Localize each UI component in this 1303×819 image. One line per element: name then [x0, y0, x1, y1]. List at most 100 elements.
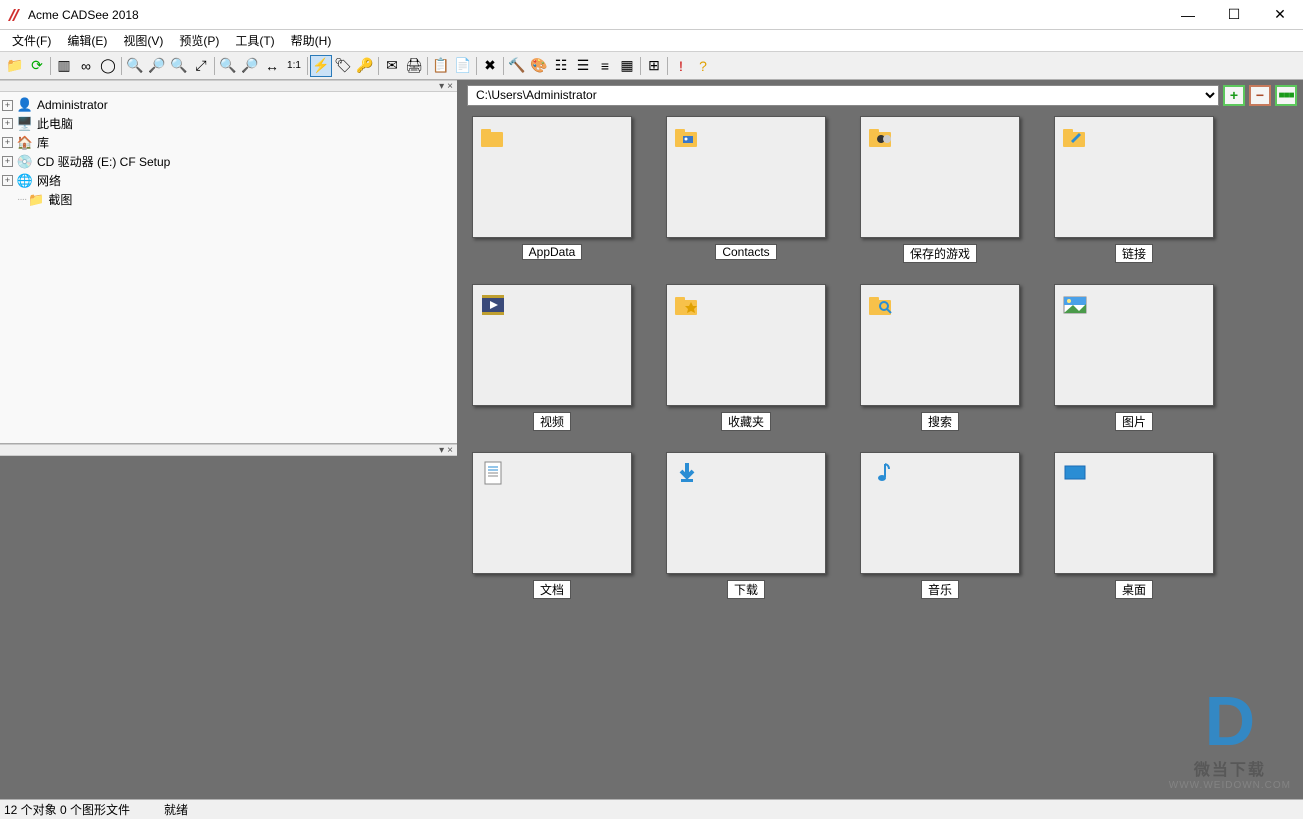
- folder-label: 链接: [1115, 244, 1153, 263]
- folder-label: 图片: [1115, 412, 1153, 431]
- folder-label: 搜索: [921, 412, 959, 431]
- zoom-in-icon[interactable]: 🔍: [168, 55, 190, 77]
- left-panel: ▾ × +👤Administrator+🖥️此电脑+🏠库+💿CD 驱动器 (E:…: [0, 80, 461, 799]
- menu-preview[interactable]: 预览(P): [171, 30, 227, 51]
- menubar: 文件(F) 编辑(E) 视图(V) 预览(P) 工具(T) 帮助(H): [0, 30, 1303, 52]
- details-icon[interactable]: ▦: [616, 55, 638, 77]
- menu-view[interactable]: 视图(V): [115, 30, 171, 51]
- path-bar: C:\Users\Administrator + − ■■■: [467, 84, 1297, 106]
- folder-item[interactable]: AppData: [467, 116, 637, 276]
- folder-icon[interactable]: 📁: [4, 55, 26, 77]
- sort2-icon[interactable]: ☰: [572, 55, 594, 77]
- thumbnail-grid[interactable]: AppData Contacts 保存的游戏 链接视频 收藏夹 搜索 图片文档 下载音乐 桌面: [461, 110, 1303, 799]
- main-panel: C:\Users\Administrator + − ■■■ AppData Co…: [461, 80, 1303, 799]
- zoom-region-icon[interactable]: ⤢: [190, 55, 212, 77]
- folder-label: AppData: [522, 244, 583, 260]
- zoom-actual-icon[interactable]: 🔎: [239, 55, 261, 77]
- maximize-button[interactable]: ☐: [1211, 0, 1257, 30]
- titlebar: Acme CADSee 2018 — ☐ ✕: [0, 0, 1303, 30]
- panel-icon[interactable]: ▥: [53, 55, 75, 77]
- status-ready: 就绪: [164, 801, 188, 818]
- folder-item[interactable]: 桌面: [1049, 452, 1219, 612]
- folder-label: 视频: [533, 412, 571, 431]
- list-icon[interactable]: ≡: [594, 55, 616, 77]
- sort1-icon[interactable]: ☷: [550, 55, 572, 77]
- hammer-icon[interactable]: 🔨: [506, 55, 528, 77]
- panel-pin-icon[interactable]: ▾: [439, 81, 444, 92]
- paste-icon[interactable]: 📄: [452, 55, 474, 77]
- folder-item[interactable]: 收藏夹: [661, 284, 831, 444]
- window-icon[interactable]: ⊞: [643, 55, 665, 77]
- folder-item[interactable]: 文档: [467, 452, 637, 612]
- minimize-button[interactable]: —: [1165, 0, 1211, 30]
- menu-tools[interactable]: 工具(T): [227, 30, 282, 51]
- preview-area: [0, 456, 457, 799]
- app-icon: [6, 7, 22, 23]
- preview-panel-header: ▾ ×: [0, 444, 457, 456]
- folder-tree[interactable]: +👤Administrator+🖥️此电脑+🏠库+💿CD 驱动器 (E:) CF…: [0, 92, 457, 444]
- zoom-fit-icon[interactable]: 🔍: [217, 55, 239, 77]
- print-icon[interactable]: 🖨: [403, 55, 425, 77]
- mail-icon[interactable]: ✉: [381, 55, 403, 77]
- folder-label: 保存的游戏: [903, 244, 977, 263]
- tree-node[interactable]: +👤Administrator: [2, 96, 455, 114]
- menu-edit[interactable]: 编辑(E): [59, 30, 115, 51]
- search-icon: [867, 291, 895, 319]
- pictures-icon: [1061, 291, 1089, 319]
- colors-icon[interactable]: 🎨: [528, 55, 550, 77]
- menu-button[interactable]: ■■■: [1275, 85, 1297, 106]
- folder-icon: [479, 123, 507, 151]
- thumb-icon[interactable]: ∞: [75, 55, 97, 77]
- tree-panel-header: ▾ ×: [0, 80, 457, 92]
- folder-label: 文档: [533, 580, 571, 599]
- music-icon: [867, 459, 895, 487]
- favorites-icon: [673, 291, 701, 319]
- path-dropdown[interactable]: C:\Users\Administrator: [467, 85, 1219, 106]
- tree-node[interactable]: +🖥️此电脑: [2, 114, 455, 133]
- panel-close-icon[interactable]: ×: [447, 81, 453, 92]
- tree-node[interactable]: +🌐网络: [2, 171, 455, 190]
- folder-item[interactable]: 链接: [1049, 116, 1219, 276]
- folder-item[interactable]: 保存的游戏: [855, 116, 1025, 276]
- close-button[interactable]: ✕: [1257, 0, 1303, 30]
- folder-label: 收藏夹: [721, 412, 771, 431]
- copy-icon[interactable]: 📋: [430, 55, 452, 77]
- bolt-icon[interactable]: ⚡: [310, 55, 332, 77]
- zoom-width-icon[interactable]: ↔: [261, 55, 283, 77]
- folder-item[interactable]: 视频: [467, 284, 637, 444]
- remove-button[interactable]: −: [1249, 85, 1271, 106]
- tree-node[interactable]: +💿CD 驱动器 (E:) CF Setup: [2, 152, 455, 171]
- folder-item[interactable]: 下载: [661, 452, 831, 612]
- tag-icon[interactable]: 🏷: [332, 55, 354, 77]
- status-count: 12 个对象 0 个图形文件: [4, 801, 164, 818]
- alert-icon[interactable]: !: [670, 55, 692, 77]
- panel-pin-icon[interactable]: ▾: [439, 445, 444, 456]
- folder-label: Contacts: [715, 244, 776, 260]
- documents-icon: [479, 459, 507, 487]
- folder-item[interactable]: 音乐: [855, 452, 1025, 612]
- games-icon: [867, 123, 895, 151]
- folder-item[interactable]: 搜索: [855, 284, 1025, 444]
- add-button[interactable]: +: [1223, 85, 1245, 106]
- refresh-icon[interactable]: ⟳: [26, 55, 48, 77]
- zoom-out-icon[interactable]: 🔍: [124, 55, 146, 77]
- folder-item[interactable]: 图片: [1049, 284, 1219, 444]
- circle-icon[interactable]: ◯: [97, 55, 119, 77]
- zoom-icon[interactable]: 🔎: [146, 55, 168, 77]
- delete-icon[interactable]: ✖: [479, 55, 501, 77]
- menu-file[interactable]: 文件(F): [4, 30, 59, 51]
- help-icon[interactable]: ?: [692, 55, 714, 77]
- key-icon[interactable]: 🔑: [354, 55, 376, 77]
- zoom-11-icon[interactable]: 1:1: [283, 55, 305, 77]
- panel-close-icon[interactable]: ×: [447, 445, 453, 456]
- videos-icon: [479, 291, 507, 319]
- status-bar: 12 个对象 0 个图形文件 就绪: [0, 799, 1303, 819]
- folder-label: 音乐: [921, 580, 959, 599]
- contacts-icon: [673, 123, 701, 151]
- tree-node[interactable]: ····📁截图: [2, 190, 455, 209]
- menu-help[interactable]: 帮助(H): [283, 30, 340, 51]
- folder-label: 桌面: [1115, 580, 1153, 599]
- tree-node[interactable]: +🏠库: [2, 133, 455, 152]
- toolbar: 📁 ⟳ ▥ ∞ ◯ 🔍 🔎 🔍 ⤢ 🔍 🔎 ↔ 1:1 ⚡ 🏷 🔑 ✉ 🖨 📋 …: [0, 52, 1303, 80]
- folder-item[interactable]: Contacts: [661, 116, 831, 276]
